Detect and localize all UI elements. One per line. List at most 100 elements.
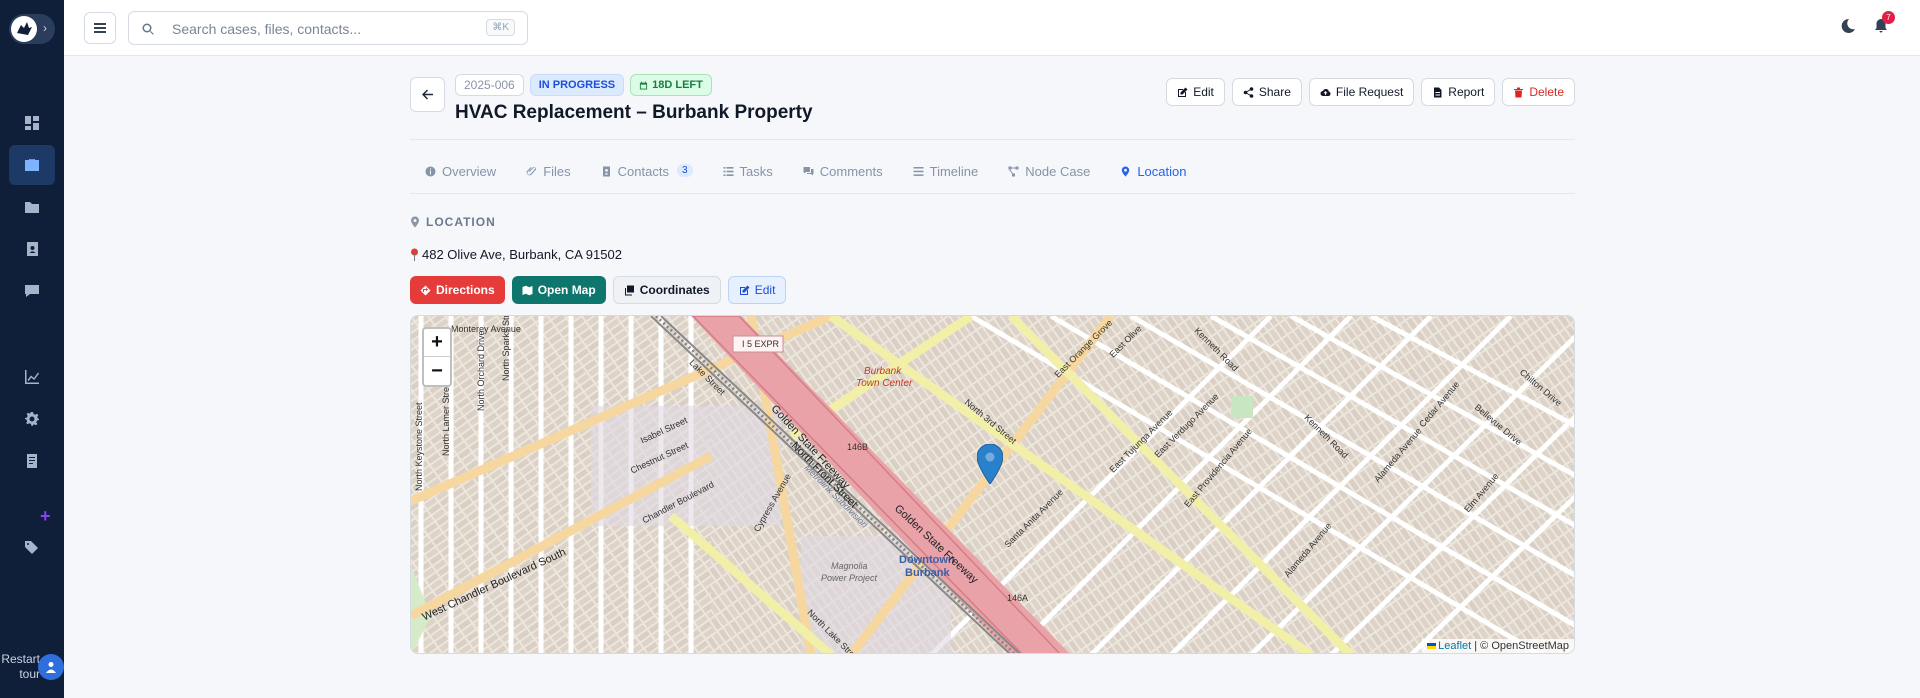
contact-card-icon xyxy=(602,166,610,177)
map-label-keystone: North Keystone Street xyxy=(414,402,424,491)
dark-mode-toggle[interactable] xyxy=(1839,17,1857,40)
sidebar-item-dashboard[interactable] xyxy=(9,103,55,143)
tab-location[interactable]: Location xyxy=(1105,164,1201,194)
case-id-badge: 2025-006 xyxy=(455,74,524,96)
contacts-book-icon xyxy=(27,242,38,256)
search-box[interactable]: ⌘K xyxy=(128,11,528,45)
tab-contacts-label: Contacts xyxy=(617,164,669,179)
contacts-count-badge: 3 xyxy=(676,164,693,177)
sidebar-item-analytics[interactable] xyxy=(9,357,55,397)
zoom-in-button[interactable]: + xyxy=(424,329,450,357)
tab-location-label: Location xyxy=(1137,164,1187,179)
edit-location-button[interactable]: Edit xyxy=(727,276,787,304)
map-label-town-center-2: Town Center xyxy=(856,378,913,389)
due-badge-label: 18D LEFT xyxy=(652,79,703,91)
location-map[interactable]: I 5 EXPR Burbank Town Center Downtown Bu… xyxy=(410,315,1575,654)
edit-icon xyxy=(1178,87,1188,97)
nodes-icon xyxy=(1008,166,1019,177)
delete-button[interactable]: Delete xyxy=(1502,78,1575,106)
sidebar-item-messages[interactable] xyxy=(9,271,55,311)
sidebar-item-files[interactable] xyxy=(9,187,55,227)
map-marker-pin-icon xyxy=(976,443,1004,485)
directions-icon xyxy=(420,285,431,295)
sidebar-item-contacts[interactable] xyxy=(9,229,55,269)
zoom-control: + − xyxy=(422,327,452,387)
header-divider xyxy=(410,139,1575,140)
tab-contacts[interactable]: Contacts 3 xyxy=(586,164,708,194)
user-icon xyxy=(46,662,56,673)
sidebar-item-settings[interactable] xyxy=(9,399,55,439)
tab-node-case[interactable]: Node Case xyxy=(993,164,1105,194)
location-heading-label: LOCATION xyxy=(426,215,496,229)
add-plus-icon[interactable]: + xyxy=(40,506,51,527)
case-badges: 2025-006 IN PROGRESS 18D LEFT xyxy=(455,74,712,96)
open-map-button[interactable]: Open Map xyxy=(511,276,606,304)
gear-icon xyxy=(25,412,39,426)
copy-icon xyxy=(624,285,634,295)
tab-comments-label: Comments xyxy=(819,164,883,179)
notification-count-badge: 7 xyxy=(1882,11,1895,24)
notifications-button[interactable]: 7 xyxy=(1874,11,1895,39)
sidebar-item-cases[interactable] xyxy=(9,145,55,185)
chart-icon xyxy=(25,370,39,384)
menu-toggle-button[interactable] xyxy=(84,12,116,44)
location-section-heading: LOCATION xyxy=(410,215,496,229)
tab-files[interactable]: Files xyxy=(511,164,585,194)
search-input[interactable] xyxy=(172,20,462,38)
report-button[interactable]: Report xyxy=(1421,78,1496,106)
share-button[interactable]: Share xyxy=(1231,78,1302,106)
map-label-lamer: North Lamer Street xyxy=(441,379,451,456)
app-logo[interactable]: › xyxy=(9,14,55,44)
edit-location-label: Edit xyxy=(754,283,776,297)
leaflet-link[interactable]: Leaflet xyxy=(1438,640,1471,652)
coordinates-button[interactable]: Coordinates xyxy=(612,276,721,304)
chevron-right-icon: › xyxy=(43,21,47,35)
directions-button[interactable]: Directions xyxy=(410,276,505,304)
trash-icon xyxy=(1514,87,1524,97)
map-label-exit-146a: 146A xyxy=(1007,593,1029,603)
ukraine-flag-icon xyxy=(1427,643,1437,649)
tab-timeline[interactable]: Timeline xyxy=(898,164,994,194)
zoom-out-button[interactable]: − xyxy=(424,357,450,385)
timeline-icon xyxy=(913,167,924,176)
osm-attribution: | © OpenStreetMap xyxy=(1474,640,1569,652)
tab-timeline-label: Timeline xyxy=(929,164,979,179)
location-marker[interactable] xyxy=(976,443,1004,489)
cloud-upload-icon xyxy=(1320,88,1331,96)
griffin-logo-icon xyxy=(11,16,37,42)
file-request-button[interactable]: File Request xyxy=(1308,78,1415,106)
red-pin-icon xyxy=(411,248,418,261)
map-icon xyxy=(522,285,533,295)
tab-files-label: Files xyxy=(543,164,571,179)
sidebar-item-reports[interactable] xyxy=(9,441,55,481)
comments-icon xyxy=(803,167,814,176)
address: 482 Olive Ave, Burbank, CA 91502 xyxy=(410,247,622,262)
case-tabs: Overview Files Contacts 3 Tasks Comments… xyxy=(410,164,1575,194)
tab-overview[interactable]: Overview xyxy=(410,164,511,194)
map-pin-icon xyxy=(1122,166,1130,177)
due-badge: 18D LEFT xyxy=(630,74,712,96)
user-avatar[interactable] xyxy=(38,654,64,680)
report-label: Report xyxy=(1448,85,1485,99)
sidebar-item-tags[interactable] xyxy=(9,527,55,567)
restart-tour-button[interactable]: Restart tour xyxy=(0,652,40,682)
map-label-orchard: North Orchard Drive xyxy=(476,330,486,411)
tab-tasks-label: Tasks xyxy=(739,164,773,179)
map-attribution: Leaflet | © OpenStreetMap xyxy=(1422,639,1574,653)
tab-tasks[interactable]: Tasks xyxy=(708,164,788,194)
open-map-label: Open Map xyxy=(537,283,596,297)
location-actions: Directions Open Map Coordinates Edit xyxy=(410,276,787,304)
folder-icon xyxy=(25,202,39,213)
tab-node-case-label: Node Case xyxy=(1025,164,1091,179)
coordinates-label: Coordinates xyxy=(639,283,710,297)
back-button[interactable] xyxy=(410,77,445,112)
edit-case-label: Edit xyxy=(1193,85,1214,99)
page-title: HVAC Replacement – Burbank Property xyxy=(455,102,813,123)
address-text: 482 Olive Ave, Burbank, CA 91502 xyxy=(422,247,622,262)
tab-comments[interactable]: Comments xyxy=(788,164,898,194)
edit-case-button[interactable]: Edit xyxy=(1166,78,1225,106)
document-icon xyxy=(27,454,37,468)
share-icon xyxy=(1243,86,1254,98)
directions-label: Directions xyxy=(436,283,495,297)
share-label: Share xyxy=(1258,85,1291,99)
